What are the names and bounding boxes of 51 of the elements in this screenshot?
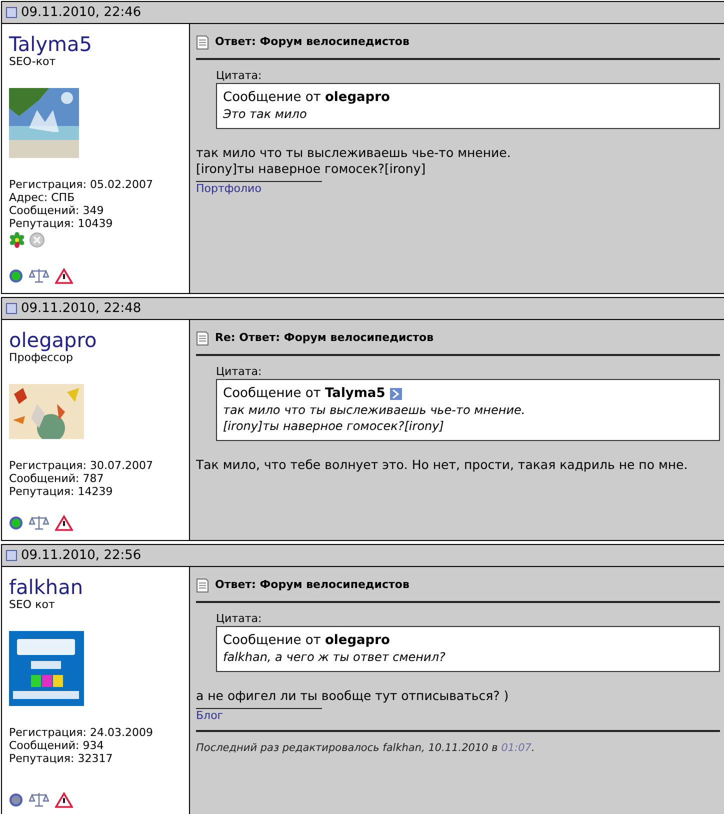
document-icon [196,34,209,50]
document-icon [196,330,209,346]
document-icon [196,578,209,592]
flower-icon[interactable] [9,232,25,248]
quote-author: Сообщение от olegapro [223,90,390,106]
edit-note: Последний раз редактировалось falkhan, 10.11.2010 в 01:07. [196,741,535,756]
user-info: Регистрация: 24.03.2009 [9,726,153,739]
scales-icon[interactable] [29,268,49,284]
username[interactable]: falkhan [9,576,84,598]
user-info: Регистрация: 05.02.2007 [9,178,153,191]
post-text: а не офигел ли ты вообще тут отписываться? ) [196,688,509,704]
quote-text: так мило что ты выслеживаешь чье-то мнение. [irony]ты наверное гомосек?[irony] [223,402,526,434]
user-info: Сообщений: 934 [9,739,104,752]
user-rank: SEO-кот [9,55,56,68]
quote-text: falkhan, а чего ж ты ответ сменил? [223,649,446,665]
username[interactable]: olegapro [9,329,97,351]
quote-author: Сообщение от olegapro [223,633,390,649]
user-info: Адрес: СПБ [9,191,75,204]
scales-icon[interactable] [29,515,49,531]
quote-label: Цитата: [216,612,262,626]
user-info: Репутация: 32317 [9,752,113,765]
user-info: Репутация: 14239 [9,485,113,498]
quote-text: Это так мило [223,106,307,122]
username[interactable]: Talyma5 [9,33,92,55]
view-post-icon[interactable] [390,388,402,400]
quote-label: Цитата: [216,69,262,83]
signature-link[interactable]: Портфолио [196,182,262,196]
warning-icon[interactable] [55,515,73,531]
post-title: Re: Ответ: Форум велосипедистов [215,330,434,346]
warning-icon[interactable] [55,792,73,808]
quote-label: Цитата: [216,365,262,379]
user-rank: Профессор [9,351,73,364]
post-text: Так мило, что тебе волнует это. Но нет, прости, такая кадриль не по мне. [196,457,688,473]
post-title: Ответ: Форум велосипедистов [215,34,410,50]
post-icon [6,303,17,314]
user-info: Регистрация: 30.07.2007 [9,459,153,472]
user-info: Сообщений: 349 [9,204,104,217]
post-date: 09.11.2010, 22:46 [21,4,142,22]
post-icon [6,7,17,18]
post-date: 09.11.2010, 22:48 [21,300,142,318]
user-rank: SEO кот [9,598,55,611]
user-info: Репутация: 10439 [9,217,113,230]
signature-link[interactable]: Блог [196,709,224,723]
post-icon [6,550,17,561]
warning-icon[interactable] [55,268,73,284]
post-title: Ответ: Форум велосипедистов [215,576,410,593]
user-info: Сообщений: 787 [9,472,104,485]
post-text: так мило что ты выслеживаешь чье-то мнение. [irony]ты наверное гомосек?[irony] [196,145,511,177]
quote-author: Сообщение от Talyma5 [223,386,386,402]
post-date: 09.11.2010, 22:56 [21,546,142,565]
scales-icon[interactable] [29,792,49,808]
